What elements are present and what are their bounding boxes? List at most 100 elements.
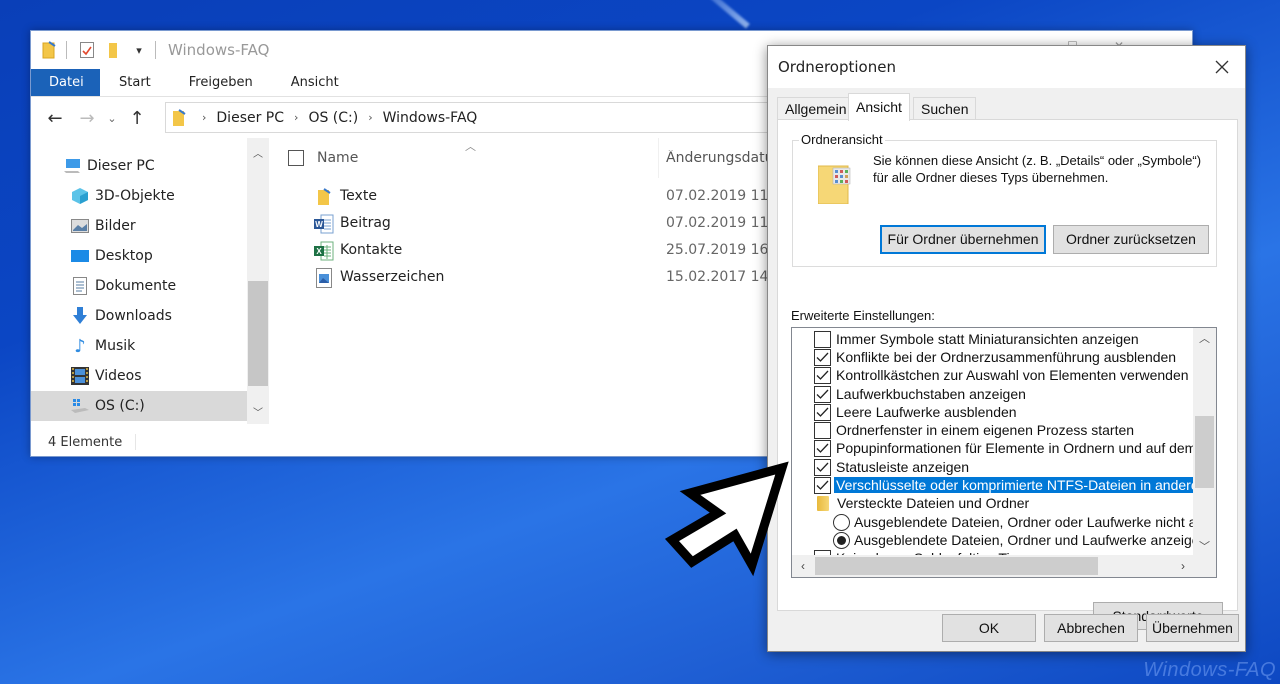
- vertical-scrollbar[interactable]: ︿ ﹀: [1193, 328, 1216, 556]
- select-all-checkbox[interactable]: [288, 150, 304, 166]
- breadcrumb-windows-faq[interactable]: Windows-FAQ: [383, 110, 478, 126]
- scroll-up-icon[interactable]: ︿: [247, 141, 269, 163]
- cancel-button[interactable]: Abbrechen: [1044, 614, 1138, 642]
- tab-freigeben[interactable]: Freigeben: [170, 69, 272, 96]
- desktop-icon: [71, 247, 89, 265]
- horizontal-scrollbar[interactable]: ‹ ›: [792, 555, 1216, 577]
- file-date: 07.02.2019 11:4: [666, 188, 771, 204]
- radio-button[interactable]: [833, 513, 850, 531]
- checkbox[interactable]: [814, 403, 831, 421]
- properties-icon[interactable]: [77, 40, 97, 60]
- setting-item-selected[interactable]: Verschlüsselte oder komprimierte NTFS-Da…: [814, 476, 1194, 494]
- item-count: 4 Elemente: [48, 434, 123, 450]
- column-header-name[interactable]: Name: [317, 150, 358, 166]
- tab-start[interactable]: Start: [100, 69, 170, 96]
- sidebar-item-videos[interactable]: Videos: [31, 361, 247, 391]
- forward-button[interactable]: →: [71, 102, 103, 134]
- reset-folders-button[interactable]: Ordner zurücksetzen: [1053, 225, 1209, 254]
- setting-item[interactable]: Laufwerkbuchstaben anzeigen: [814, 385, 1026, 403]
- scroll-up-icon[interactable]: ︿: [1193, 328, 1216, 348]
- chevron-down-icon: ⌄: [107, 111, 117, 125]
- tab-ansicht[interactable]: Ansicht: [272, 69, 358, 96]
- radio-dot: [837, 535, 846, 545]
- setting-item[interactable]: Statusleiste anzeigen: [814, 458, 969, 476]
- setting-label: Ausgeblendete Dateien, Ordner und Laufwe…: [854, 532, 1194, 548]
- setting-group[interactable]: Versteckte Dateien und Ordner: [814, 494, 1029, 512]
- sidebar-item-label: Dokumente: [95, 278, 177, 294]
- customize-dropdown-icon[interactable]: ▾: [129, 40, 149, 60]
- breadcrumb-os-c[interactable]: OS (C:): [308, 110, 358, 126]
- ok-button[interactable]: OK: [942, 614, 1036, 642]
- setting-item[interactable]: Ausgeblendete Dateien, Ordner und Laufwe…: [833, 531, 1194, 549]
- file-row[interactable]: Wasserzeichen 15.02.2017 14:0: [269, 264, 779, 291]
- tab-suchen[interactable]: Suchen: [913, 97, 977, 120]
- annotation-arrow-icon: [664, 461, 789, 577]
- tab-datei[interactable]: Datei: [31, 69, 100, 96]
- file-row[interactable]: X Kontakte 25.07.2019 16:3: [269, 237, 779, 264]
- column-divider[interactable]: [658, 138, 659, 178]
- file-row[interactable]: Texte 07.02.2019 11:4: [269, 183, 779, 210]
- folder-view-group: Ordneransicht Sie können diese Ansicht (…: [792, 132, 1217, 267]
- sidebar-item-3d-objekte[interactable]: 3D-Objekte: [31, 181, 247, 211]
- folder-options-dialog: Ordneroptionen Allgemein Ansicht Suchen …: [767, 45, 1246, 652]
- scroll-right-icon[interactable]: ›: [1172, 555, 1194, 577]
- setting-item[interactable]: Konflikte bei der Ordnerzusammenführung …: [814, 348, 1176, 366]
- checkbox[interactable]: [814, 439, 831, 457]
- sidebar-scrollbar[interactable]: ︿ ﹀: [247, 138, 269, 424]
- file-name: Beitrag: [340, 215, 391, 231]
- sidebar-item-downloads[interactable]: Downloads: [31, 301, 247, 331]
- videos-icon: [71, 367, 89, 385]
- back-button[interactable]: ←: [39, 102, 71, 134]
- column-header-date[interactable]: Änderungsdatum: [666, 150, 771, 166]
- sidebar-item-bilder[interactable]: Bilder: [31, 211, 247, 241]
- sidebar-item-desktop[interactable]: Desktop: [31, 241, 247, 271]
- setting-item[interactable]: Ausgeblendete Dateien, Ordner oder Laufw…: [833, 513, 1194, 531]
- scroll-down-icon[interactable]: ﹀: [1193, 536, 1216, 556]
- file-row[interactable]: W Beitrag 07.02.2019 11:4: [269, 210, 779, 237]
- file-name: Kontakte: [340, 242, 403, 258]
- close-icon: [1215, 60, 1229, 74]
- checkbox[interactable]: [814, 421, 831, 439]
- setting-item[interactable]: Popupinformationen für Elemente in Ordne…: [814, 439, 1194, 457]
- sidebar-item-label: 3D-Objekte: [95, 188, 175, 204]
- radio-button[interactable]: [833, 531, 850, 549]
- setting-item[interactable]: Leere Laufwerke ausblenden: [814, 403, 1017, 421]
- checkmark-icon: [816, 480, 829, 490]
- checkbox[interactable]: [814, 385, 831, 403]
- apply-to-folders-button[interactable]: Für Ordner übernehmen: [880, 225, 1046, 254]
- documents-icon: [71, 277, 89, 295]
- scroll-down-icon[interactable]: ﹀: [247, 400, 269, 422]
- svg-text:X: X: [316, 247, 322, 256]
- sidebar-item-os-c[interactable]: OS (C:): [31, 391, 247, 421]
- horizontal-scroll-thumb[interactable]: [815, 557, 1098, 575]
- setting-label: Leere Laufwerke ausblenden: [836, 404, 1017, 420]
- new-folder-icon[interactable]: [103, 40, 123, 60]
- apply-button[interactable]: Übernehmen: [1146, 614, 1239, 642]
- checkbox[interactable]: [814, 348, 831, 366]
- checkbox[interactable]: [814, 476, 831, 494]
- downloads-icon: [71, 307, 89, 325]
- tab-allgemein[interactable]: Allgemein: [777, 97, 855, 120]
- dialog-titlebar: Ordneroptionen: [768, 46, 1245, 88]
- close-button[interactable]: [1209, 54, 1235, 80]
- image-file-icon: [314, 268, 334, 288]
- file-name: Texte: [340, 188, 377, 204]
- sidebar-item-musik[interactable]: ♪ Musik: [31, 331, 247, 361]
- wallpaper-light-streak: [700, 0, 750, 29]
- checkbox[interactable]: [814, 330, 831, 348]
- sidebar-item-dieser-pc[interactable]: Dieser PC: [31, 151, 247, 181]
- setting-label: Konflikte bei der Ordnerzusammenführung …: [836, 349, 1177, 365]
- breadcrumb-dieser-pc[interactable]: Dieser PC: [216, 110, 284, 126]
- recent-locations-button[interactable]: ⌄: [103, 102, 121, 134]
- tab-ansicht[interactable]: Ansicht: [848, 93, 910, 121]
- sidebar-item-dokumente[interactable]: Dokumente: [31, 271, 247, 301]
- up-button[interactable]: ↑: [121, 102, 153, 134]
- sidebar-scroll-thumb[interactable]: [248, 281, 268, 386]
- group-label: Ordneransicht: [799, 132, 885, 147]
- checkbox[interactable]: [814, 366, 831, 384]
- vertical-scroll-thumb[interactable]: [1195, 416, 1214, 488]
- checkbox[interactable]: [814, 458, 831, 476]
- setting-item[interactable]: Immer Symbole statt Miniaturansichten an…: [814, 330, 1139, 348]
- setting-item[interactable]: Ordnerfenster in einem eigenen Prozess s…: [814, 421, 1134, 439]
- setting-item[interactable]: Kontrollkästchen zur Auswahl von Element…: [814, 366, 1189, 384]
